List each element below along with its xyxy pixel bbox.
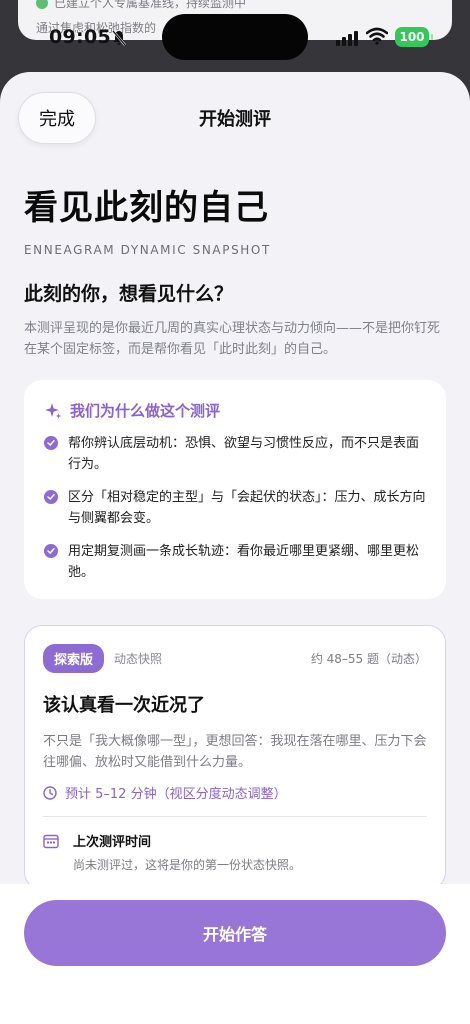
why-item-text: 帮你辨认底层动机：恐惧、欲望与习惯性反应，而不只是表面行为。 (68, 436, 420, 472)
why-item-text: 用定期复测画一条成长轨迹：看你最近哪里更紧绷、哪里更松弛。 (68, 544, 420, 580)
page-title: 看见此刻的自己 (24, 188, 269, 228)
duration-row: 预计 5–12 分钟（视区分度动态调整） (43, 783, 427, 802)
battery-indicator: 100 (395, 27, 433, 47)
last-test-title: 上次测评时间 (73, 835, 152, 850)
signal-icon (336, 30, 360, 46)
check-circle-icon (44, 544, 58, 558)
check-circle-icon (44, 436, 58, 450)
last-test-subtitle: 尚未测评过，这将是你的第一份状态快照。 (73, 858, 302, 872)
why-header: 我们为什么做这个测评 (44, 400, 426, 421)
test-type-tag: 动态快照 (114, 652, 163, 666)
dynamic-island (162, 14, 308, 60)
test-card-header: 探索版 动态快照 约 48–55 题（动态） (43, 644, 427, 673)
last-test-row: 上次测评时间 尚未测评过，这将是你的第一份状态快照。 (43, 831, 427, 873)
test-card-description: 不只是「我大概像哪一型」，更想回答：我现在落在哪里、压力下会往哪偏、放松时又能借… (43, 734, 427, 770)
nav-title: 开始测评 (199, 109, 271, 130)
test-card-title: 该认真看一次近况了 (43, 695, 205, 716)
page-subtitle: ENNEAGRAM DYNAMIC SNAPSHOT (24, 243, 271, 257)
modal-sheet: 完成 开始测评 看见此刻的自己 ENNEAGRAM DYNAMIC SNAPSH… (0, 72, 470, 1024)
why-card: 我们为什么做这个测评 帮你辨认底层动机：恐惧、欲望与习惯性反应，而不只是表面行为… (24, 380, 446, 599)
why-title: 我们为什么做这个测评 (70, 402, 221, 420)
divider (43, 816, 427, 817)
start-button[interactable]: 开始作答 (24, 900, 446, 966)
duration-text: 预计 5–12 分钟（视区分度动态调整） (65, 787, 287, 802)
why-item: 区分「相对稳定的主型」与「会起伏的状态」：压力、成长方向与侧翼都会变。 (44, 487, 426, 529)
content: 看见此刻的自己 ENNEAGRAM DYNAMIC SNAPSHOT 此刻的你，… (0, 180, 470, 890)
question-count: 约 48–55 题（动态） (310, 652, 427, 666)
version-badge: 探索版 (43, 644, 105, 673)
sparkle-icon (45, 402, 61, 418)
why-item-text: 区分「相对稳定的主型」与「会起伏的状态」：压力、成长方向与侧翼都会变。 (68, 490, 426, 526)
bell-muted-icon (112, 30, 126, 46)
test-card[interactable]: 探索版 动态快照 约 48–55 题（动态） 该认真看一次近况了 不只是「我大概… (24, 625, 446, 890)
wifi-icon (366, 27, 388, 45)
nav-bar: 完成 开始测评 (0, 72, 470, 162)
clock-icon (43, 785, 57, 800)
why-item: 用定期复测画一条成长轨迹：看你最近哪里更紧绷、哪里更松弛。 (44, 541, 426, 583)
calendar-icon (43, 834, 59, 849)
section-question: 此刻的你，想看见什么？ (24, 283, 234, 305)
status-bar: 09:05 100 (0, 0, 470, 72)
status-time: 09:05 (49, 26, 111, 48)
why-item: 帮你辨认底层动机：恐惧、欲望与习惯性反应，而不只是表面行为。 (44, 433, 426, 475)
screen: 已建立个人专属基准线，持续监测中 通过焦虑和松弛指数的 09:05 100 完成… (0, 0, 470, 1024)
check-circle-icon (44, 490, 58, 504)
bottom-bar: 开始作答 (0, 884, 470, 1024)
intro-text: 本测评呈现的是你最近几周的真实心理状态与动力倾向——不是把你钉死在某个固定标签，… (24, 321, 441, 357)
